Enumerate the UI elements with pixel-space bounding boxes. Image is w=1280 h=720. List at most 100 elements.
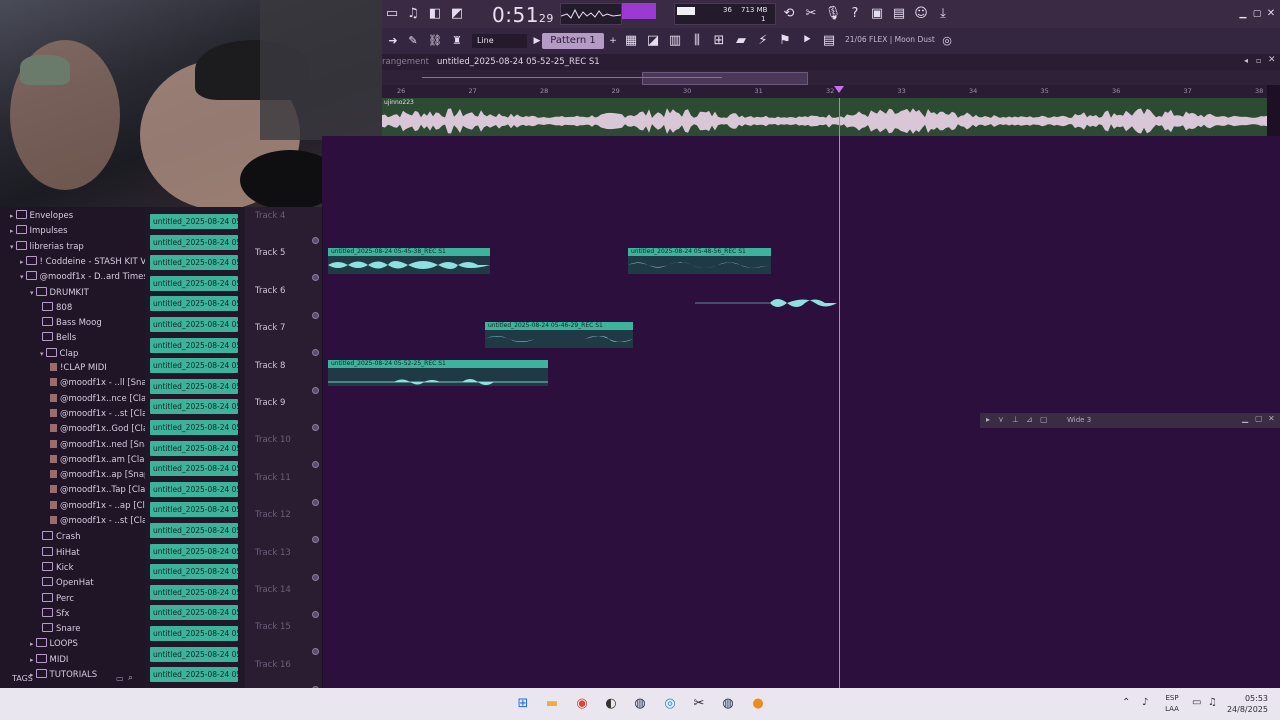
track-label[interactable]: Track 15 [255, 622, 291, 632]
track-label[interactable]: Track 4 [255, 211, 285, 221]
track-label[interactable]: Track 10 [255, 435, 291, 445]
arrow-right-icon[interactable]: ➜ [384, 32, 402, 50]
plug-icon[interactable]: ⚡ [754, 32, 772, 50]
pattern-selector[interactable]: Pattern 1 [542, 33, 604, 49]
stamp-icon[interactable]: ♜ [448, 32, 466, 50]
browser-file[interactable]: @moodf1x..God [Clap] [50, 424, 157, 434]
snap-select[interactable]: Line [472, 34, 527, 48]
help-icon[interactable]: ? [846, 5, 864, 23]
track-mute-button[interactable] [312, 386, 319, 394]
track-label[interactable]: Track 9 [255, 398, 285, 408]
track-mute-button[interactable] [312, 611, 319, 618]
wand-icon[interactable]: ⚑ [776, 32, 794, 50]
track-mute-button[interactable] [312, 237, 319, 244]
playlist-titlebar[interactable]: rangement untitled_2025-08-24 05-52-25_R… [382, 54, 1280, 70]
track-label[interactable]: Track 14 [255, 585, 291, 595]
playlist-icon[interactable]: ▦ [622, 32, 640, 50]
pencil-icon[interactable]: ✎ [404, 32, 422, 50]
browser-folder[interactable]: ▸ MIDI [30, 653, 68, 665]
overview-viewport[interactable] [642, 72, 808, 85]
track-mute-button[interactable] [312, 424, 319, 431]
playhead-line[interactable] [839, 98, 840, 688]
browser-file[interactable]: @moodf1x..Tap [Clap] [50, 485, 154, 495]
track-label[interactable]: Track 8 [255, 361, 285, 371]
track-mute-button[interactable] [312, 648, 319, 656]
channel-button[interactable]: untitled_2025-08-24 05- [150, 399, 238, 415]
playlist-grid[interactable] [322, 136, 1280, 688]
browser-folder[interactable]: Perc [40, 592, 74, 604]
browser-folder[interactable]: HiHat [40, 546, 80, 558]
browser-folder[interactable]: Sfx [40, 607, 69, 619]
mini-preset-icon[interactable]: ⋎ [998, 415, 1004, 424]
browser-folder[interactable]: ▸ Envelopes [10, 210, 73, 221]
browser-folder[interactable]: ▸ TUTORIALS [30, 669, 97, 680]
channel-button[interactable]: untitled_2025-08-24 05- [150, 481, 238, 497]
online-icon[interactable]: ◎ [938, 32, 956, 50]
track-label[interactable]: Track 5 [255, 248, 285, 258]
browser-file[interactable]: @moodf1x..am [Clap] [50, 454, 153, 465]
channel-button[interactable]: untitled_2025-08-24 05- [150, 214, 238, 229]
track-mute-button[interactable] [312, 573, 319, 581]
mini-save-icon[interactable]: ⊥ [1012, 415, 1019, 424]
timeline-ruler[interactable]: 26 27 28 29 30 31 32 33 34 35 36 37 38 [382, 85, 1267, 99]
tray-language[interactable]: ESP LAA [1160, 693, 1184, 715]
menu-tools-icon[interactable]: ◧ [426, 5, 444, 23]
browser-file[interactable]: @moodf1x..nce [Clap] [50, 393, 155, 404]
steam-client-icon[interactable]: ◍ [720, 696, 736, 712]
cut-icon[interactable]: ✂ [802, 5, 820, 23]
track-label[interactable]: Track 6 [255, 286, 285, 296]
browser-file[interactable]: @moodf1x..ned [Snap] [50, 439, 158, 450]
close-icon[interactable]: ✕ [1262, 5, 1280, 23]
channel-button[interactable]: untitled_2025-08-24 05- [150, 667, 238, 683]
browser-file[interactable]: @moodf1x - ..ap [Clap] [50, 500, 159, 511]
browser-folder[interactable]: OpenHat [40, 577, 94, 588]
browser-folder[interactable]: ▸ LOOPS [30, 638, 78, 649]
browser-folder[interactable]: Snare [40, 623, 81, 634]
mini-plugin-window[interactable]: ▸ ⋎ ⊥ ⊿ ▢ Wide 3 ▁ ▢ ✕ [980, 413, 1280, 428]
channel-button[interactable]: untitled_2025-08-24 05- [150, 605, 238, 621]
browser-file[interactable]: !CLAP MIDI [50, 363, 107, 373]
chrome-icon[interactable]: ◉ [574, 696, 590, 712]
playlist-close-icon[interactable]: ✕ [1268, 55, 1276, 65]
microphone-icon[interactable]: 🎙 [824, 5, 842, 23]
track-mute-button[interactable] [312, 349, 319, 357]
tray-mic-icon[interactable]: ♪ [1142, 697, 1148, 708]
browser-folder[interactable]: ▾ DRUMKIT [30, 286, 89, 298]
track-label[interactable]: Track 13 [255, 548, 291, 558]
channel-button[interactable]: untitled_2025-08-24 05- [150, 275, 238, 291]
channel-button[interactable]: untitled_2025-08-24 05- [150, 378, 238, 394]
menu-file-icon[interactable]: ▭ [383, 5, 401, 23]
browser-folder[interactable]: Crash [40, 531, 80, 542]
channel-button[interactable]: untitled_2025-08-24 05- [150, 646, 238, 662]
browser-folder[interactable]: Bells [40, 332, 76, 343]
channel-button[interactable]: untitled_2025-08-24 05- [150, 584, 238, 600]
browser-folder[interactable]: ▾ librerias trap [10, 240, 84, 252]
plugin-database-icon[interactable]: ▰ [732, 32, 750, 50]
channel-button[interactable]: untitled_2025-08-24 05- [150, 358, 238, 374]
cursor-icon[interactable]: ⯈ [798, 32, 816, 50]
save-icon[interactable]: ▣ [868, 5, 886, 23]
browser-file[interactable]: @moodf1x - ..ll [Snap] [50, 378, 155, 388]
playhead-marker[interactable] [834, 86, 844, 93]
mini-close-icon[interactable]: ✕ [1268, 414, 1275, 423]
track-label[interactable]: Track 12 [255, 510, 291, 520]
channel-button[interactable]: untitled_2025-08-24 05- [150, 337, 238, 353]
channel-button[interactable]: untitled_2025-08-24 05- [150, 523, 238, 538]
tray-network-icon[interactable]: ▭ [1192, 697, 1201, 708]
mixer-icon[interactable]: ⫼ [688, 32, 706, 50]
browser-folder[interactable]: Bass Moog [40, 317, 102, 328]
channel-button[interactable]: untitled_2025-08-24 05- [150, 564, 238, 580]
audio-clip-tail[interactable] [695, 294, 837, 312]
pattern-add-icon[interactable]: + [604, 32, 622, 50]
link-icon[interactable]: ⛓ [426, 32, 444, 50]
tags-folder-icon[interactable]: ▭ [116, 674, 124, 683]
master-volume-meter[interactable] [622, 3, 656, 19]
channel-rack-icon[interactable]: ▥ [666, 32, 684, 50]
playlist-maximize-icon[interactable]: ▫ [1256, 56, 1261, 65]
mini-arrow-icon[interactable]: ▸ [986, 415, 990, 424]
channel-button[interactable]: untitled_2025-08-24 05- [150, 543, 238, 559]
browser-icon[interactable]: ⊞ [710, 32, 728, 50]
browser-folder[interactable]: 808 [40, 301, 72, 313]
browser-file[interactable]: @moodf1x - ..st [Clap] [50, 516, 156, 526]
mini-minimize-icon[interactable]: ▁ [1242, 414, 1248, 423]
